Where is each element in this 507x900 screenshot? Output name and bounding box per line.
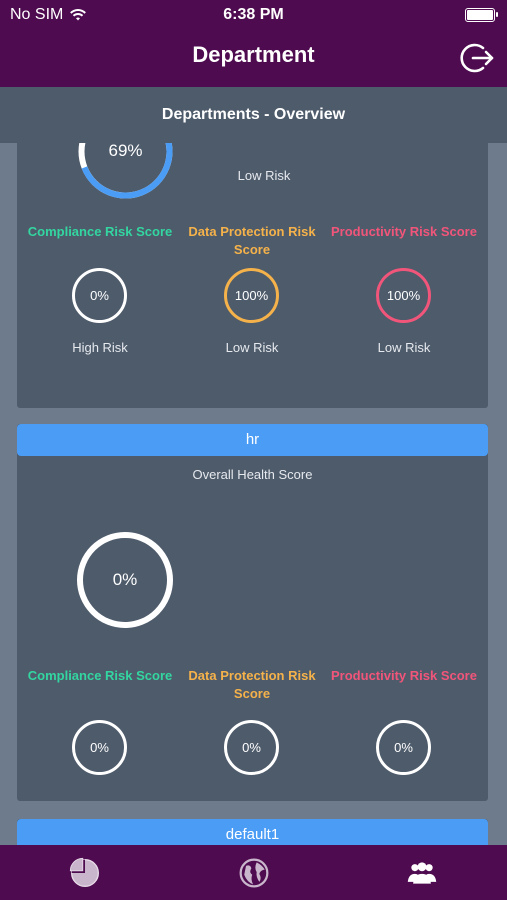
data-protection-risk-title: Data Protection Risk Score (188, 224, 316, 257)
globe-icon[interactable] (236, 857, 272, 889)
productivity-risk-title: Productivity Risk Score (331, 668, 477, 683)
data-protection-risk-gauge: 0% (224, 720, 279, 775)
page-title: Department (192, 42, 315, 67)
department-card: default1 (17, 819, 488, 845)
data-protection-risk-value: 0% (242, 740, 261, 755)
overall-risk-label: Low Risk (237, 168, 291, 183)
status-time: 6:38 PM (223, 6, 284, 23)
productivity-risk-title: Productivity Risk Score (331, 224, 477, 239)
department-name-button[interactable]: default1 (17, 819, 488, 845)
productivity-risk-gauge: 0% (376, 720, 431, 775)
overall-health-label: Overall Health Score (192, 467, 313, 482)
compliance-risk-level: High Risk (72, 340, 128, 355)
battery-icon (465, 8, 498, 22)
departments-list[interactable]: 69% Low Risk Compliance Risk Score Data … (0, 143, 507, 845)
productivity-risk-gauge: 100% (376, 268, 431, 323)
top-bar: No SIM 6:38 PM Department (0, 0, 507, 87)
status-bar: No SIM 6:38 PM (0, 0, 507, 30)
overall-health-gauge: 0% (77, 532, 173, 628)
productivity-risk-level: Low Risk (377, 340, 431, 355)
department-card: 69% Low Risk Compliance Risk Score Data … (17, 143, 488, 408)
section-header: Departments - Overview (0, 87, 507, 143)
department-name-button[interactable]: hr (17, 424, 488, 456)
data-protection-risk-gauge: 100% (224, 268, 279, 323)
compliance-risk-gauge: 0% (72, 268, 127, 323)
compliance-risk-gauge: 0% (72, 720, 127, 775)
data-protection-risk-title: Data Protection Risk Score (188, 668, 316, 701)
data-protection-risk-level: Low Risk (225, 340, 279, 355)
productivity-risk-value: 100% (386, 288, 421, 303)
compliance-risk-value: 0% (90, 288, 109, 303)
users-icon[interactable] (404, 857, 440, 889)
overall-health-value: 0% (112, 570, 138, 589)
pie-chart-icon[interactable] (67, 857, 103, 889)
department-card: hr Overall Health Score 0% Compliance Ri… (17, 424, 488, 801)
data-protection-risk-value: 100% (234, 288, 269, 303)
overall-health-value: 69% (108, 143, 143, 160)
logout-icon[interactable] (459, 40, 495, 76)
compliance-risk-value: 0% (90, 740, 109, 755)
compliance-risk-title: Compliance Risk Score (27, 224, 173, 239)
compliance-risk-title: Compliance Risk Score (27, 668, 173, 683)
productivity-risk-value: 0% (394, 740, 413, 755)
tab-bar (0, 845, 507, 900)
